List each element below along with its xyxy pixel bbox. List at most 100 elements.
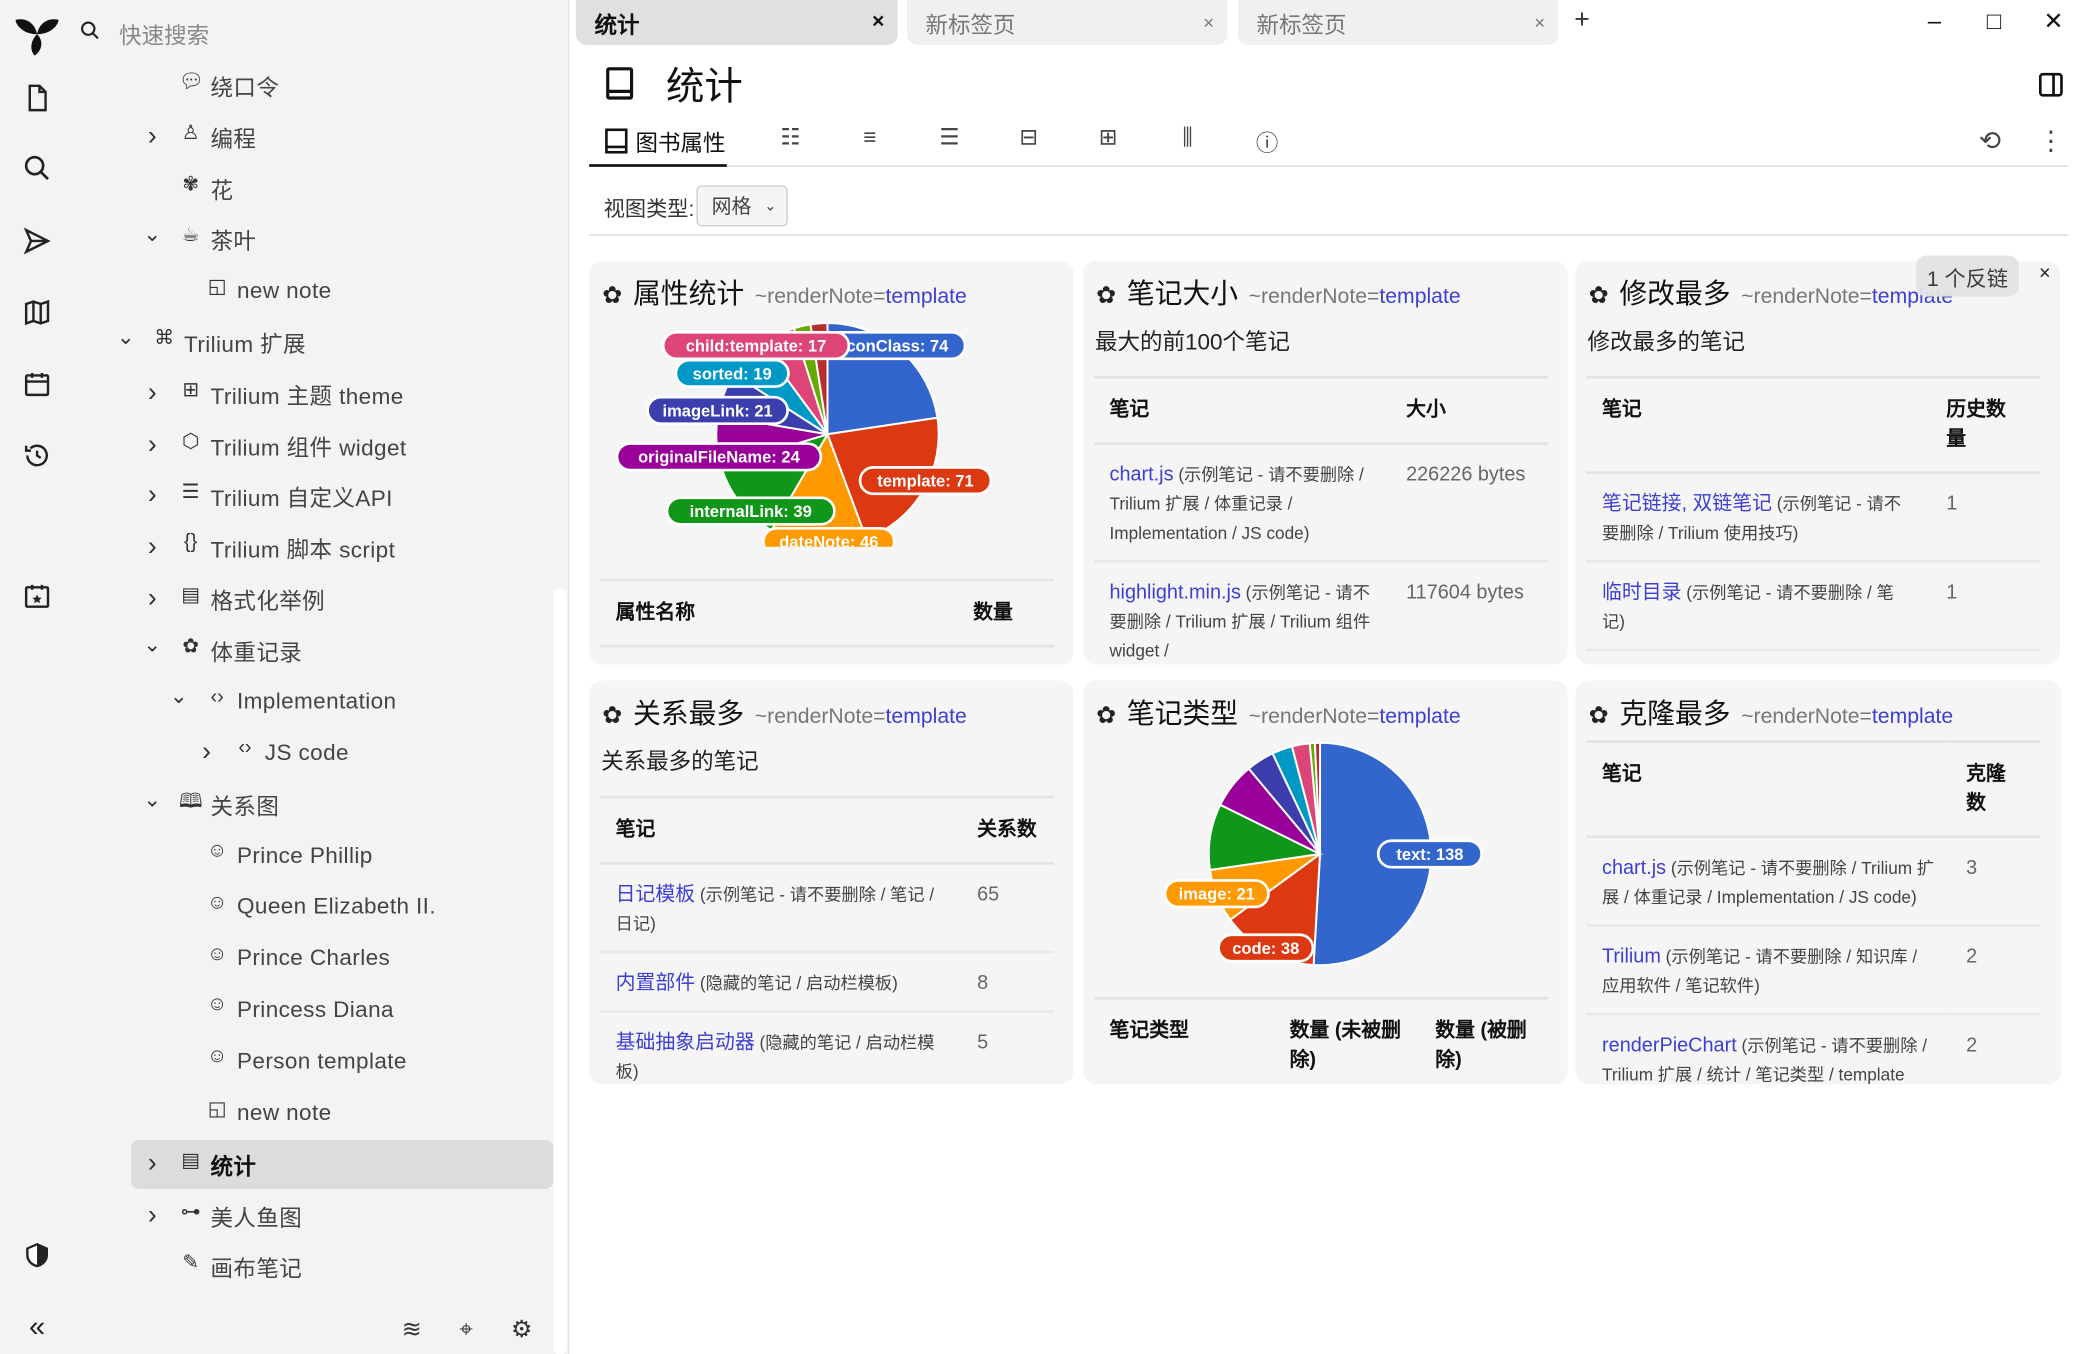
- card-title[interactable]: 属性统计: [633, 273, 744, 313]
- chevron-right-icon[interactable]: ›: [143, 1200, 162, 1230]
- note-link[interactable]: chart.js: [1110, 463, 1174, 486]
- toggle-right-pane-icon[interactable]: [2038, 71, 2064, 104]
- note-link[interactable]: 临时目录: [1602, 581, 1681, 604]
- info-icon[interactable]: ⓘ: [1250, 124, 1284, 157]
- tree-item[interactable]: › ▤ 统计: [131, 1139, 554, 1189]
- chevron-right-icon[interactable]: ›: [143, 1149, 162, 1179]
- note-map-icon[interactable]: ⊞: [1091, 124, 1125, 150]
- tree-scrollbar[interactable]: [553, 589, 567, 1354]
- tree-item[interactable]: ☺ Princess Diana: [73, 986, 554, 1035]
- render-note-link[interactable]: template: [886, 706, 967, 729]
- tree-item[interactable]: ☺ Prince Charles: [73, 934, 554, 983]
- tree-item[interactable]: ☺ Prince Phillip: [73, 831, 554, 880]
- revisions-icon[interactable]: ⟲: [1973, 124, 2007, 157]
- chevron-right-icon[interactable]: ›: [143, 430, 162, 460]
- trilium-logo-icon[interactable]: [13, 8, 61, 56]
- tab-close-button[interactable]: ×: [1203, 12, 1214, 33]
- tree-item[interactable]: ⌄ ☕︎ 茶叶: [73, 215, 554, 264]
- chevron-down-icon[interactable]: ⌄: [169, 683, 188, 709]
- backlinks-badge[interactable]: 1 个反链: [1915, 255, 2020, 297]
- more-menu-icon[interactable]: ⋮: [2034, 124, 2068, 157]
- chevron-right-icon[interactable]: ›: [143, 532, 162, 562]
- col-header[interactable]: 关系数: [961, 795, 1054, 865]
- tree-item[interactable]: ◱ new note: [73, 266, 554, 315]
- render-note-link[interactable]: template: [1379, 706, 1460, 729]
- render-note-link[interactable]: template: [1379, 286, 1460, 309]
- calendar-star-icon[interactable]: [19, 577, 56, 614]
- card-title[interactable]: 克隆最多: [1619, 692, 1730, 732]
- maximize-button[interactable]: □: [1978, 8, 2010, 36]
- view-type-select[interactable]: 网格 ⌄: [697, 185, 789, 227]
- note-link[interactable]: 日记模板: [616, 883, 695, 906]
- history-icon[interactable]: [19, 437, 56, 474]
- col-header[interactable]: 笔记: [599, 795, 962, 865]
- collapse-icon[interactable]: «: [19, 1308, 56, 1345]
- chevron-right-icon[interactable]: ›: [143, 584, 162, 614]
- chevron-down-icon[interactable]: ⌄: [117, 324, 136, 350]
- calendar-icon[interactable]: [19, 365, 56, 402]
- send-icon[interactable]: [19, 222, 56, 259]
- tree-item[interactable]: ☺ Queen Elizabeth II.: [73, 883, 554, 932]
- tab[interactable]: 新标签页 ×: [906, 0, 1228, 46]
- note-link[interactable]: Trilium: [1602, 945, 1661, 968]
- search-input[interactable]: 快速搜索: [119, 17, 209, 50]
- promoted-attributes-icon[interactable]: ≡: [853, 124, 887, 150]
- tree-item[interactable]: › ⬡ Trilium 组件 widget: [73, 420, 554, 469]
- note-link[interactable]: highlight.min.js: [1110, 581, 1241, 604]
- crosshair-icon[interactable]: ⌖: [450, 1316, 482, 1348]
- tree-item[interactable]: ⌄ ‹› Implementation: [73, 677, 554, 726]
- pane-divider[interactable]: [567, 0, 570, 1354]
- tree-item[interactable]: ⌄ 🕮︎ 关系图: [73, 780, 554, 829]
- note-link[interactable]: 内置部件: [616, 972, 695, 995]
- tree-item[interactable]: ☺ Person template: [73, 1037, 554, 1086]
- tab-book-properties[interactable]: 图书属性: [589, 117, 727, 167]
- col-header[interactable]: 大小: [1390, 376, 1548, 445]
- new-note-icon[interactable]: [19, 79, 56, 116]
- render-note-link[interactable]: template: [1872, 706, 1953, 729]
- card-title[interactable]: 笔记大小: [1127, 273, 1238, 313]
- col-header[interactable]: 属性名称: [599, 578, 958, 648]
- tree-item[interactable]: ⌄ ⌘ Trilium 扩展: [73, 318, 554, 367]
- chevron-down-icon[interactable]: ⌄: [143, 221, 162, 247]
- tree-item[interactable]: › {} Trilium 脚本 script: [73, 523, 554, 572]
- quick-search[interactable]: 快速搜索: [79, 13, 209, 53]
- tree-item[interactable]: ◱ new note: [73, 1088, 554, 1137]
- col-header[interactable]: 笔记: [1586, 376, 1931, 474]
- tree-item[interactable]: › ‹› JS code: [73, 729, 554, 778]
- tab-close-button[interactable]: ×: [1534, 12, 1545, 33]
- note-link[interactable]: 基础抽象启动器: [616, 1031, 755, 1054]
- note-link[interactable]: renderPieChart: [1602, 1034, 1737, 1057]
- tree-item[interactable]: › ▤ 格式化举例: [73, 575, 554, 624]
- note-info-stats-icon[interactable]: ⫼: [1170, 124, 1204, 150]
- note-link[interactable]: 笔记链接, 双链笔记: [1602, 493, 1772, 516]
- chevron-right-icon[interactable]: ›: [197, 738, 216, 768]
- chevron-down-icon[interactable]: ⌄: [143, 786, 162, 812]
- card-title[interactable]: 修改最多: [1619, 273, 1730, 313]
- gear-icon[interactable]: ⚙: [506, 1316, 538, 1348]
- backlinks-close-button[interactable]: ×: [2039, 262, 2051, 285]
- print-icon[interactable]: ⊟: [1012, 124, 1046, 150]
- render-note-link[interactable]: template: [886, 286, 967, 309]
- tab[interactable]: 统计 ×: [575, 0, 898, 46]
- tree-item[interactable]: ✎ 画布笔记: [73, 1242, 554, 1291]
- col-header[interactable]: 克隆数: [1950, 740, 2041, 839]
- close-window-button[interactable]: ✕: [2038, 8, 2070, 36]
- minimize-button[interactable]: –: [1918, 8, 1950, 36]
- inherited-attributes-icon[interactable]: ☰: [932, 124, 966, 150]
- protected-session-icon[interactable]: [19, 1237, 56, 1274]
- card-title[interactable]: 关系最多: [633, 692, 744, 732]
- tree-item[interactable]: 💬︎ 绕口令: [73, 61, 554, 110]
- chevron-right-icon[interactable]: ›: [143, 481, 162, 511]
- new-tab-button[interactable]: +: [1574, 5, 1589, 35]
- tree-item[interactable]: › ♙ 编程: [73, 112, 554, 161]
- tree-item[interactable]: › ⊶ 美人鱼图: [73, 1191, 554, 1240]
- chevron-right-icon[interactable]: ›: [143, 122, 162, 152]
- card-title[interactable]: 笔记类型: [1127, 692, 1238, 732]
- col-header[interactable]: 数量 (未被删除): [1273, 996, 1420, 1085]
- note-map-icon[interactable]: [19, 294, 56, 331]
- tab[interactable]: 新标签页 ×: [1237, 0, 1559, 46]
- note-link[interactable]: chart.js: [1602, 857, 1666, 880]
- col-header[interactable]: 数量 (被删除): [1419, 996, 1548, 1085]
- col-header[interactable]: 数量: [957, 578, 1054, 648]
- tab-close-button[interactable]: ×: [872, 11, 884, 35]
